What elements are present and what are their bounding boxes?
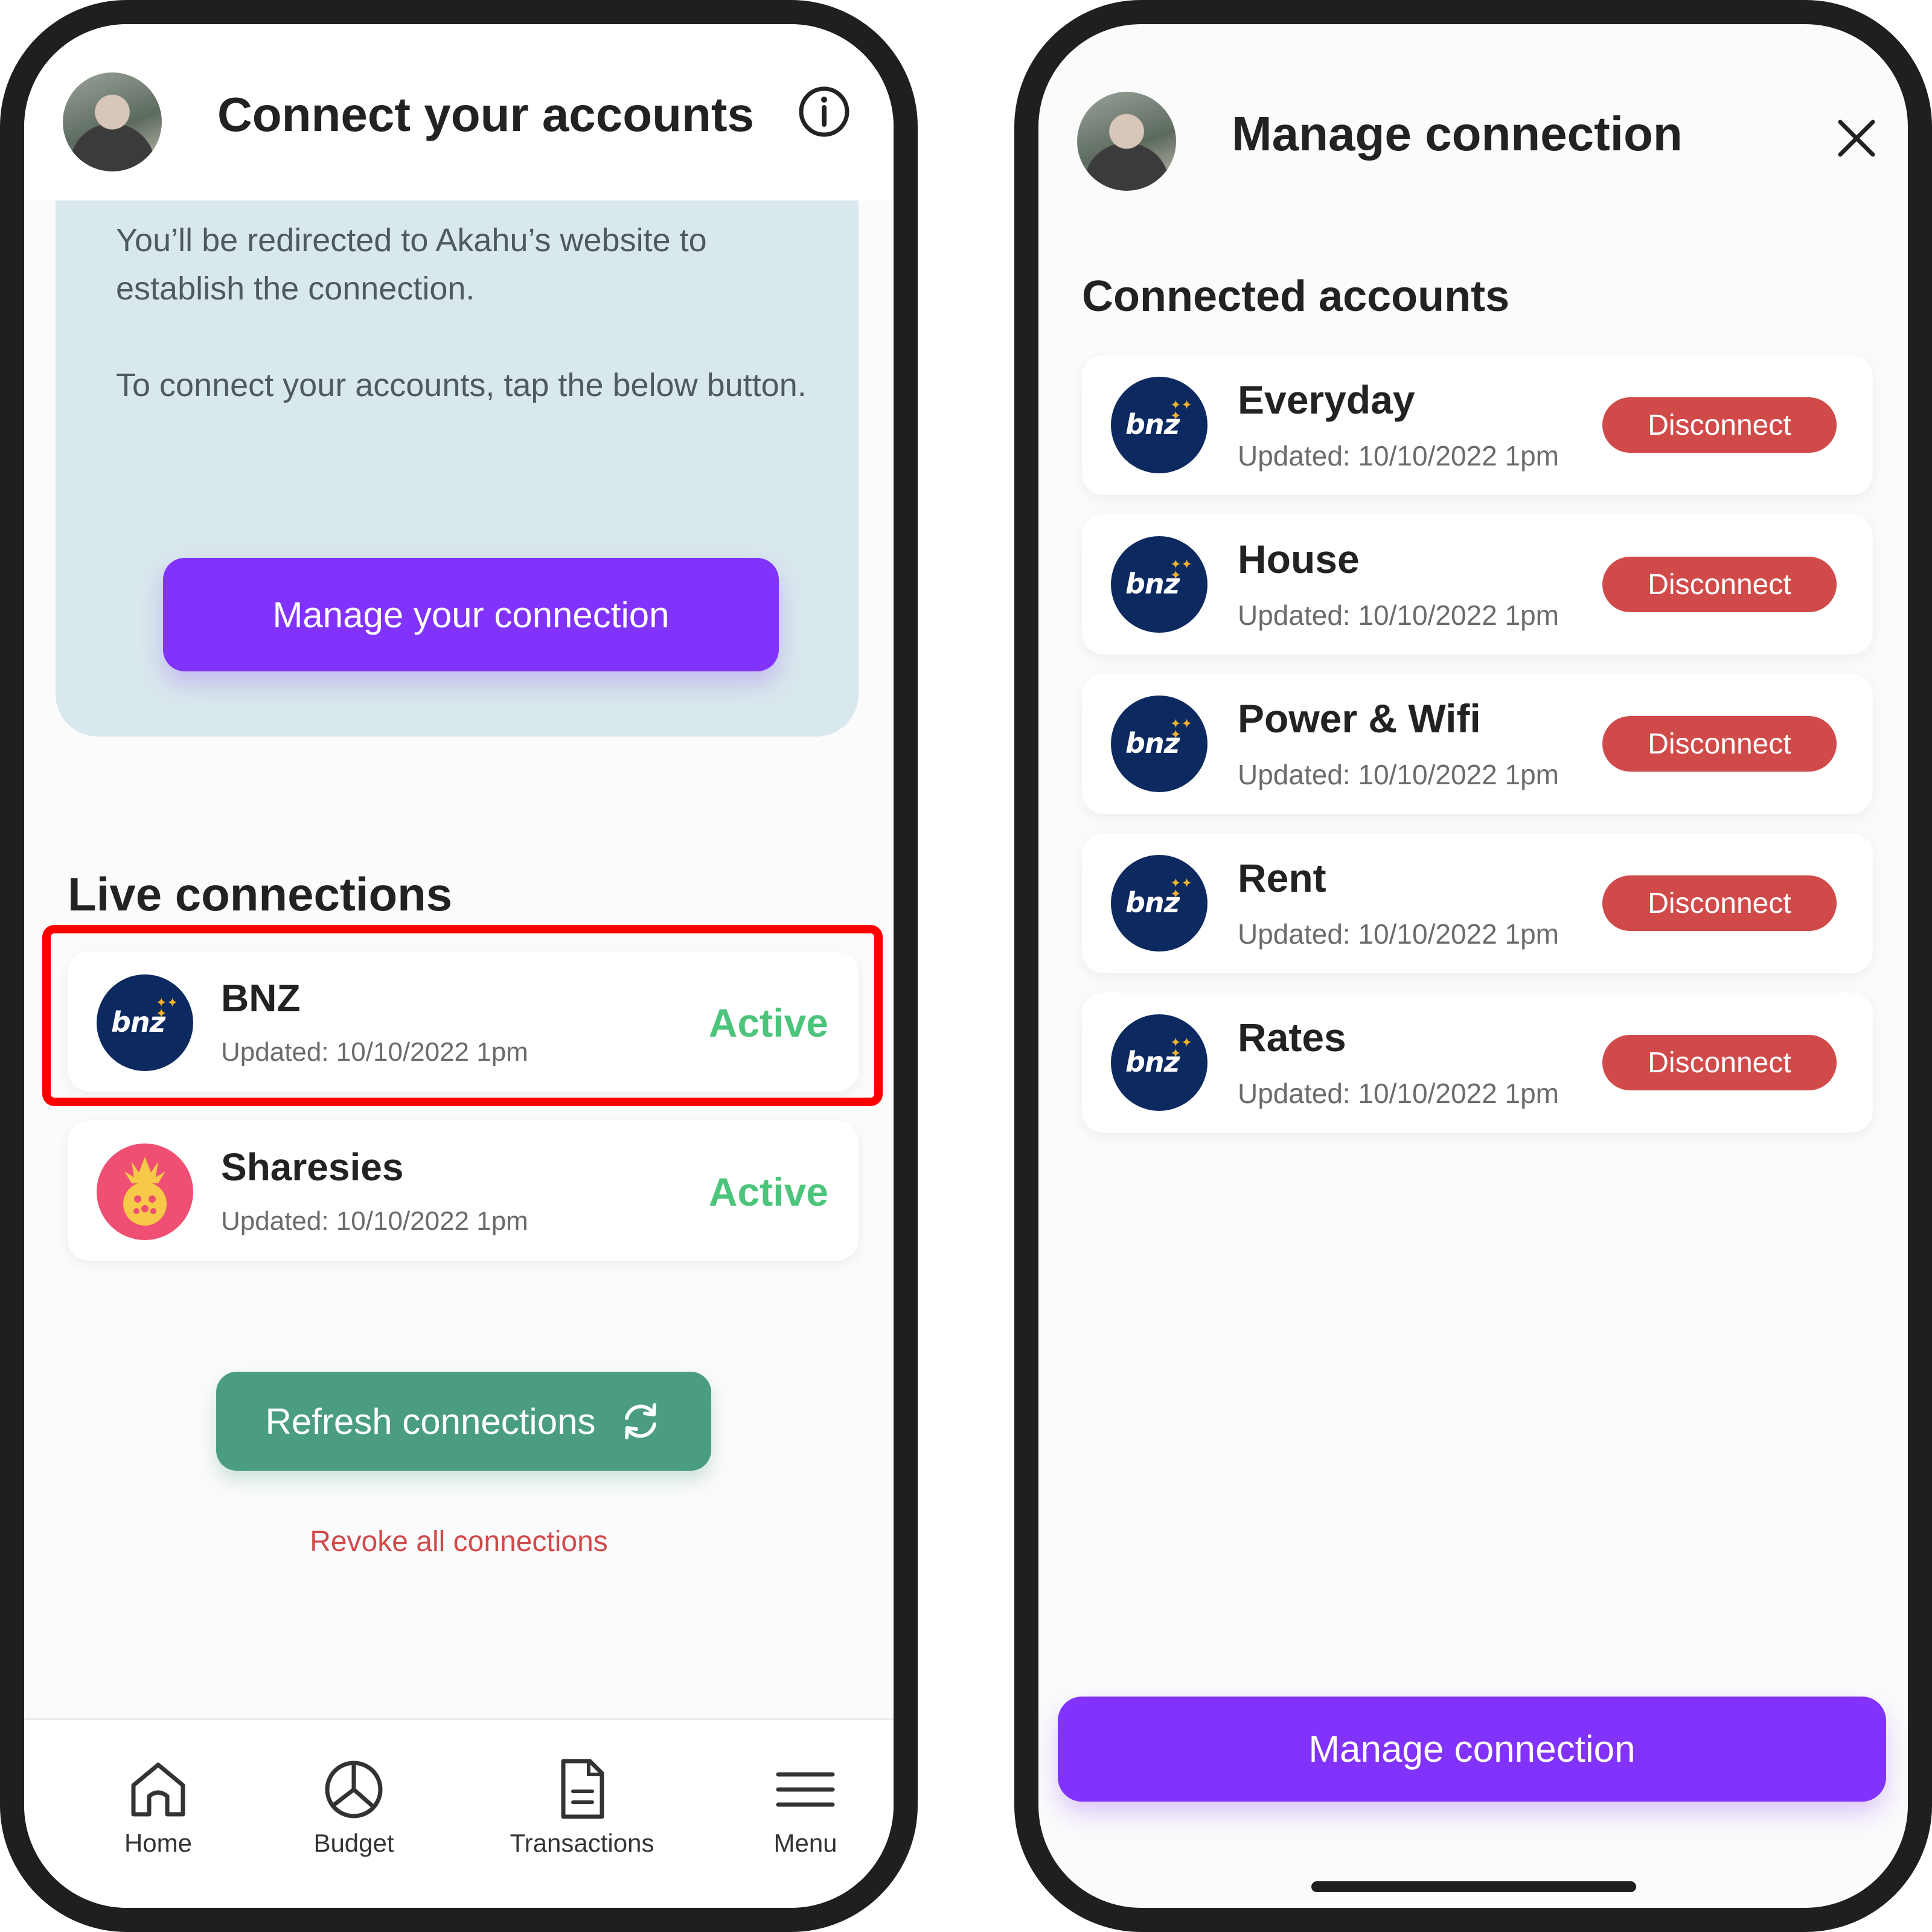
account-updated: Updated: 10/10/2022 1pm [1238,440,1559,472]
phone-frame-right: Manage connection Connected accounts bnz… [1014,0,1932,1932]
tab-label: Budget [313,1829,394,1857]
bottom-tab-bar: Home Budget Transactions Menu [24,1718,894,1908]
header: Connect your accounts [24,24,894,200]
pie-chart-icon [325,1761,383,1818]
manage-connection-screen: Manage connection Connected accounts bnz… [1038,24,1908,1908]
phone-frame-left: You’ll be redirected to Akahu’s website … [0,0,918,1932]
bnz-logo: bnz ✦✦ ✦ [1111,855,1208,952]
disconnect-button[interactable]: Disconnect [1602,1035,1837,1090]
account-updated: Updated: 10/10/2022 1pm [1238,600,1559,631]
close-icon[interactable] [1835,117,1878,159]
home-indicator [1311,1881,1636,1892]
tab-label: Transactions [510,1829,654,1857]
connect-accounts-screen: You’ll be redirected to Akahu’s website … [24,24,894,1908]
status-badge: Active [708,1169,828,1214]
account-name: Rates [1238,1015,1346,1060]
info-icon[interactable] [797,85,851,139]
sharesies-logo [97,1144,193,1240]
info-instruction-text: To connect your accounts, tap the below … [116,367,807,403]
account-name: Everyday [1238,377,1415,422]
page-title: Connect your accounts [217,88,755,141]
bnz-logo: bnz ✦✦ ✦ [1111,1014,1208,1111]
tab-label: Home [124,1829,193,1857]
disconnect-button[interactable]: Disconnect [1602,397,1837,453]
tab-label: Menu [773,1829,837,1857]
account-name: Power & Wifi [1238,696,1481,741]
account-updated: Updated: 10/10/2022 1pm [1238,1078,1559,1109]
refresh-icon [625,1403,657,1439]
account-card-everyday: bnz ✦✦ ✦ Everyday Updated: 10/10/2022 1pm… [1082,355,1873,495]
hamburger-icon [776,1772,835,1807]
avatar[interactable] [1077,92,1176,191]
connection-card-sharesies[interactable]: Sharesies Updated: 10/10/2022 1pm Active [68,1121,859,1261]
info-redirect-text: You’ll be redirected to Akahu’s website … [116,222,707,307]
star-icon: ✦✦ ✦ [1170,557,1192,583]
bnz-logo: bnz ✦✦ ✦ [1111,696,1208,792]
connection-name: Sharesies [221,1145,404,1189]
document-icon [561,1759,604,1819]
account-card-rent: bnz ✦✦ ✦ Rent Updated: 10/10/2022 1pm Dis… [1082,833,1873,973]
connection-updated: Updated: 10/10/2022 1pm [221,1206,528,1236]
disconnect-button[interactable]: Disconnect [1602,716,1837,772]
account-name: House [1238,537,1360,581]
account-card-rates: bnz ✦✦ ✦ Rates Updated: 10/10/2022 1pm Di… [1082,993,1873,1133]
star-icon: ✦✦ ✦ [1170,875,1192,901]
bnz-logo: bnz ✦✦ ✦ [1111,536,1208,633]
account-card-house: bnz ✦✦ ✦ House Updated: 10/10/2022 1pm Di… [1082,514,1873,654]
avatar[interactable] [63,72,162,171]
bnz-logo: bnz ✦✦ ✦ [1111,377,1208,473]
refresh-connections-button[interactable]: Refresh connections [216,1372,711,1471]
account-name: Rent [1238,856,1326,900]
account-card-power-wifi: bnz ✦✦ ✦ Power & Wifi Updated: 10/10/2022… [1082,674,1873,814]
star-icon: ✦✦ ✦ [1170,716,1192,742]
star-icon: ✦✦ ✦ [1170,397,1192,423]
highlight-box [42,925,883,1106]
star-icon: ✦✦ ✦ [1170,1035,1192,1061]
page-title: Manage connection [1232,107,1683,161]
manage-your-connection-button[interactable]: Manage your connection [163,558,779,671]
disconnect-button[interactable]: Disconnect [1602,875,1837,931]
revoke-all-connections-link[interactable]: Revoke all connections [24,1525,894,1558]
account-updated: Updated: 10/10/2022 1pm [1238,918,1559,950]
disconnect-button[interactable]: Disconnect [1602,557,1837,612]
live-connections-title: Live connections [68,868,453,921]
connected-accounts-title: Connected accounts [1082,272,1510,321]
home-icon [131,1762,185,1817]
account-updated: Updated: 10/10/2022 1pm [1238,759,1559,790]
pineapple-icon [123,1157,167,1226]
refresh-button-label: Refresh connections [265,1401,596,1442]
manage-connection-button[interactable]: Manage connection [1058,1697,1886,1802]
